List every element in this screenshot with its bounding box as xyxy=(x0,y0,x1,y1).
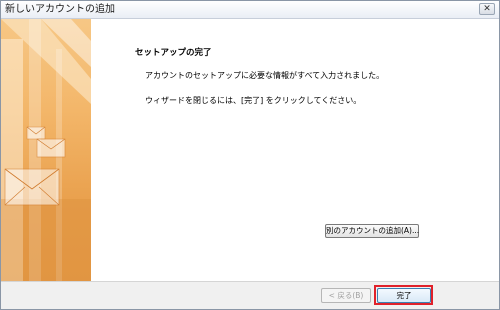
finish-button[interactable]: 完了 xyxy=(377,288,431,303)
back-button[interactable]: < 戻る(B) xyxy=(321,288,371,303)
add-another-account-button[interactable]: 別のアカウントの追加(A)... xyxy=(325,224,419,238)
side-graphic-illustration xyxy=(1,19,91,281)
close-button[interactable]: ✕ xyxy=(479,3,495,15)
window-title: 新しいアカウントの追加 xyxy=(5,4,115,15)
info-message-complete: アカウントのセットアップに必要な情報がすべて入力されました。 xyxy=(145,71,385,80)
add-account-dialog: 新しいアカウントの追加 ✕ セットアップの完了 アカウントのセットアップに必要な… xyxy=(0,0,500,310)
page-title: セットアップの完了 xyxy=(135,48,212,58)
envelope-icon xyxy=(26,126,46,140)
title-bar: 新しいアカウントの追加 ✕ xyxy=(1,1,499,19)
close-icon: ✕ xyxy=(483,4,491,14)
envelope-icon xyxy=(36,138,66,158)
info-message-close-instructions: ウィザードを閉じるには、[完了] をクリックしてください。 xyxy=(145,96,362,105)
envelope-icon xyxy=(4,168,60,206)
wizard-content: セットアップの完了 アカウントのセットアップに必要な情報がすべて入力されました。… xyxy=(91,19,499,281)
wizard-side-graphic xyxy=(1,19,91,281)
